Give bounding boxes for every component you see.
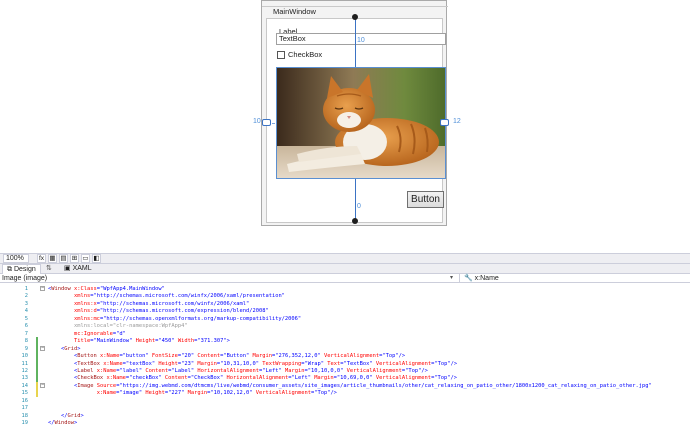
zoom-dropdown[interactable]: 100% xyxy=(3,254,29,263)
element-dropdown[interactable]: Image (image) xyxy=(0,274,460,283)
line-number: 19 xyxy=(21,420,29,426)
margin-line-top xyxy=(355,18,356,67)
top-resize-handle-icon[interactable] xyxy=(352,14,358,20)
chevron-down-icon[interactable]: ▾ xyxy=(450,274,453,281)
swap-panes-icon[interactable]: ⇅ xyxy=(42,264,54,274)
collapse-icon[interactable]: − xyxy=(40,345,45,351)
tab-xaml-label: XAML xyxy=(72,265,92,272)
wrench-icon: 🔧 xyxy=(464,275,473,282)
left-anchor-icon[interactable] xyxy=(262,119,271,126)
property-dropdown[interactable]: 🔧 x:Name xyxy=(461,274,499,283)
checkbox-square[interactable] xyxy=(277,51,285,59)
snap-lines-icon[interactable]: ⊞ xyxy=(70,254,79,263)
margin-bottom-value: 0 xyxy=(357,203,361,210)
grid-icon[interactable]: ▦ xyxy=(48,254,57,263)
xaml-code-editor[interactable]: 1− <Window x:Class="WpfApp4.MainWindow" 2 … xyxy=(0,283,690,426)
margin-line-bottom xyxy=(355,179,356,223)
button-control[interactable]: Button xyxy=(407,191,444,208)
element-selector-bar: Image (image) ▾ 🔧 x:Name xyxy=(0,274,690,283)
margin-top-value: 10 xyxy=(357,37,365,44)
snap-grid-icon[interactable]: ▤ xyxy=(59,254,68,263)
image-control[interactable] xyxy=(276,67,446,179)
margin-right-value: 12 xyxy=(453,118,461,125)
code-text: </Window> xyxy=(48,420,78,426)
layout-icon[interactable]: ▭ xyxy=(81,254,90,263)
view-tab-strip: ⧉ Design ⇅ ▣ XAML xyxy=(0,263,690,274)
bottom-resize-handle-icon[interactable] xyxy=(352,218,358,224)
collapse-icon[interactable]: − xyxy=(40,286,45,291)
right-anchor-icon[interactable] xyxy=(440,119,449,126)
main-window-preview[interactable]: MainWindow Label TextBox CheckBox Button… xyxy=(261,0,449,226)
code-line[interactable]: 19 </Window> xyxy=(0,419,690,426)
collapse-icon[interactable]: − xyxy=(40,382,45,388)
property-label: x:Name xyxy=(474,275,499,282)
margin-left-value: 10 xyxy=(253,118,261,125)
cat-photo xyxy=(277,68,445,178)
xaml-icon: ▣ xyxy=(64,265,71,272)
window-title: MainWindow xyxy=(273,7,316,16)
checkbox-label: CheckBox xyxy=(288,50,323,59)
tab-design-label: Design xyxy=(13,266,36,273)
tab-xaml[interactable]: ▣ XAML xyxy=(60,264,96,274)
design-surface[interactable]: MainWindow Label TextBox CheckBox Button… xyxy=(0,0,690,253)
fx-icon[interactable]: fx xyxy=(37,254,46,263)
designer-toolbar: 100% fx ▦ ▤ ⊞ ▭ ◧ xyxy=(0,253,690,263)
tab-design[interactable]: ⧉ Design xyxy=(2,264,41,274)
device-icon[interactable]: ◧ xyxy=(92,254,101,263)
design-icon: ⧉ xyxy=(7,266,12,273)
